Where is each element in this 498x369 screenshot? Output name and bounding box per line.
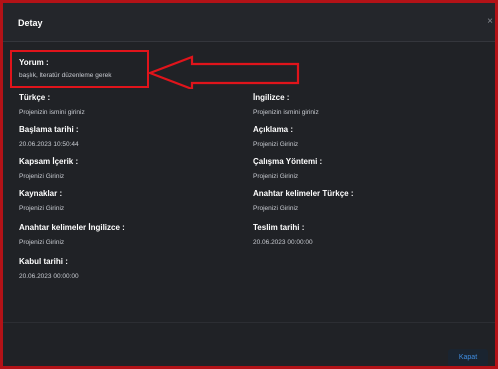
footer-area: Kapat	[0, 0, 498, 366]
kapat-button[interactable]: Kapat	[448, 349, 488, 366]
